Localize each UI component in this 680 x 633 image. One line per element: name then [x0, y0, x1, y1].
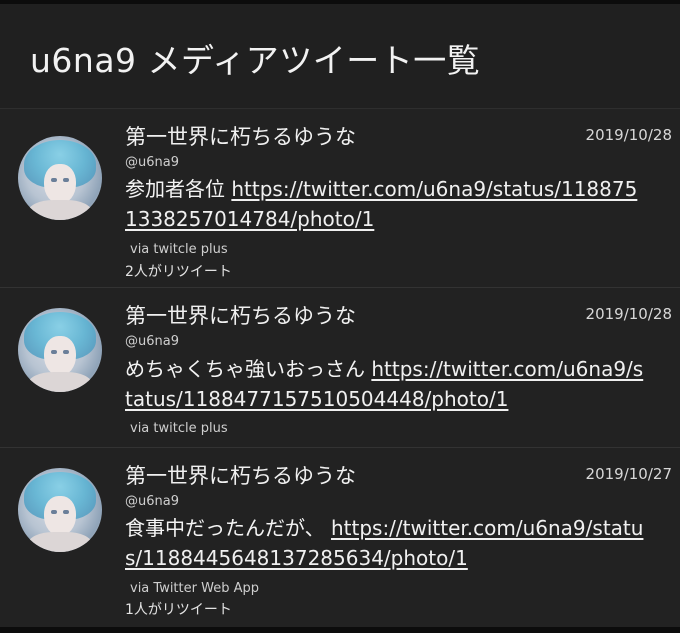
- avatar-body: [28, 372, 92, 392]
- avatar-eye: [63, 178, 69, 182]
- tweet-date: 2019/10/28: [585, 126, 672, 144]
- tweet-text: 食事中だったんだが、 https://twitter.com/u6na9/sta…: [125, 513, 645, 573]
- tweet-item[interactable]: 第一世界に朽ちるゆうな 2019/10/28 @u6na9 めちゃくちゃ強いおっ…: [0, 288, 680, 448]
- tweet-text-content: 参加者各位: [125, 177, 232, 201]
- app-window: u6na9 メディアツイート一覧 第一世界に朽ちるゆうな 2019/10/28 …: [0, 0, 680, 633]
- user-handle: @u6na9: [125, 334, 179, 349]
- avatar-body: [28, 532, 92, 552]
- tweet-item[interactable]: 第一世界に朽ちるゆうな 2019/10/28 @u6na9 参加者各位 http…: [0, 109, 680, 288]
- user-handle: @u6na9: [125, 494, 179, 509]
- tweet-source: via twitcle plus: [130, 242, 228, 257]
- user-handle: @u6na9: [125, 155, 179, 170]
- avatar-body: [28, 200, 92, 220]
- page-header: u6na9 メディアツイート一覧: [0, 4, 680, 109]
- avatar[interactable]: [18, 136, 102, 220]
- avatar-eye: [51, 510, 57, 514]
- avatar[interactable]: [18, 468, 102, 552]
- tweet-text: めちゃくちゃ強いおっさん https://twitter.com/u6na9/s…: [125, 354, 645, 414]
- tweet-source: via Twitter Web App: [130, 581, 259, 596]
- retweet-count[interactable]: 1人がリツイート: [125, 599, 232, 619]
- tweet-text-content: めちゃくちゃ強いおっさん: [125, 357, 372, 381]
- tweet-source: via twitcle plus: [130, 421, 228, 436]
- tweet-text-content: 食事中だったんだが、: [125, 516, 331, 540]
- bottom-edge: [0, 627, 680, 633]
- avatar-eye: [63, 350, 69, 354]
- retweet-count[interactable]: 2人がリツイート: [125, 261, 232, 281]
- avatar-eye: [51, 350, 57, 354]
- page-title: u6na9 メディアツイート一覧: [30, 41, 481, 80]
- avatar[interactable]: [18, 308, 102, 392]
- avatar-face: [44, 164, 76, 204]
- avatar-eye: [51, 178, 57, 182]
- user-name[interactable]: 第一世界に朽ちるゆうな: [125, 460, 356, 490]
- avatar-face: [44, 496, 76, 536]
- tweet-text: 参加者各位 https://twitter.com/u6na9/status/1…: [125, 174, 645, 234]
- tweet-item[interactable]: 第一世界に朽ちるゆうな 2019/10/27 @u6na9 食事中だったんだが、…: [0, 448, 680, 627]
- tweet-date: 2019/10/27: [585, 465, 672, 483]
- tweet-date: 2019/10/28: [585, 305, 672, 323]
- user-name[interactable]: 第一世界に朽ちるゆうな: [125, 300, 356, 330]
- avatar-eye: [63, 510, 69, 514]
- avatar-face: [44, 336, 76, 376]
- user-name[interactable]: 第一世界に朽ちるゆうな: [125, 121, 356, 151]
